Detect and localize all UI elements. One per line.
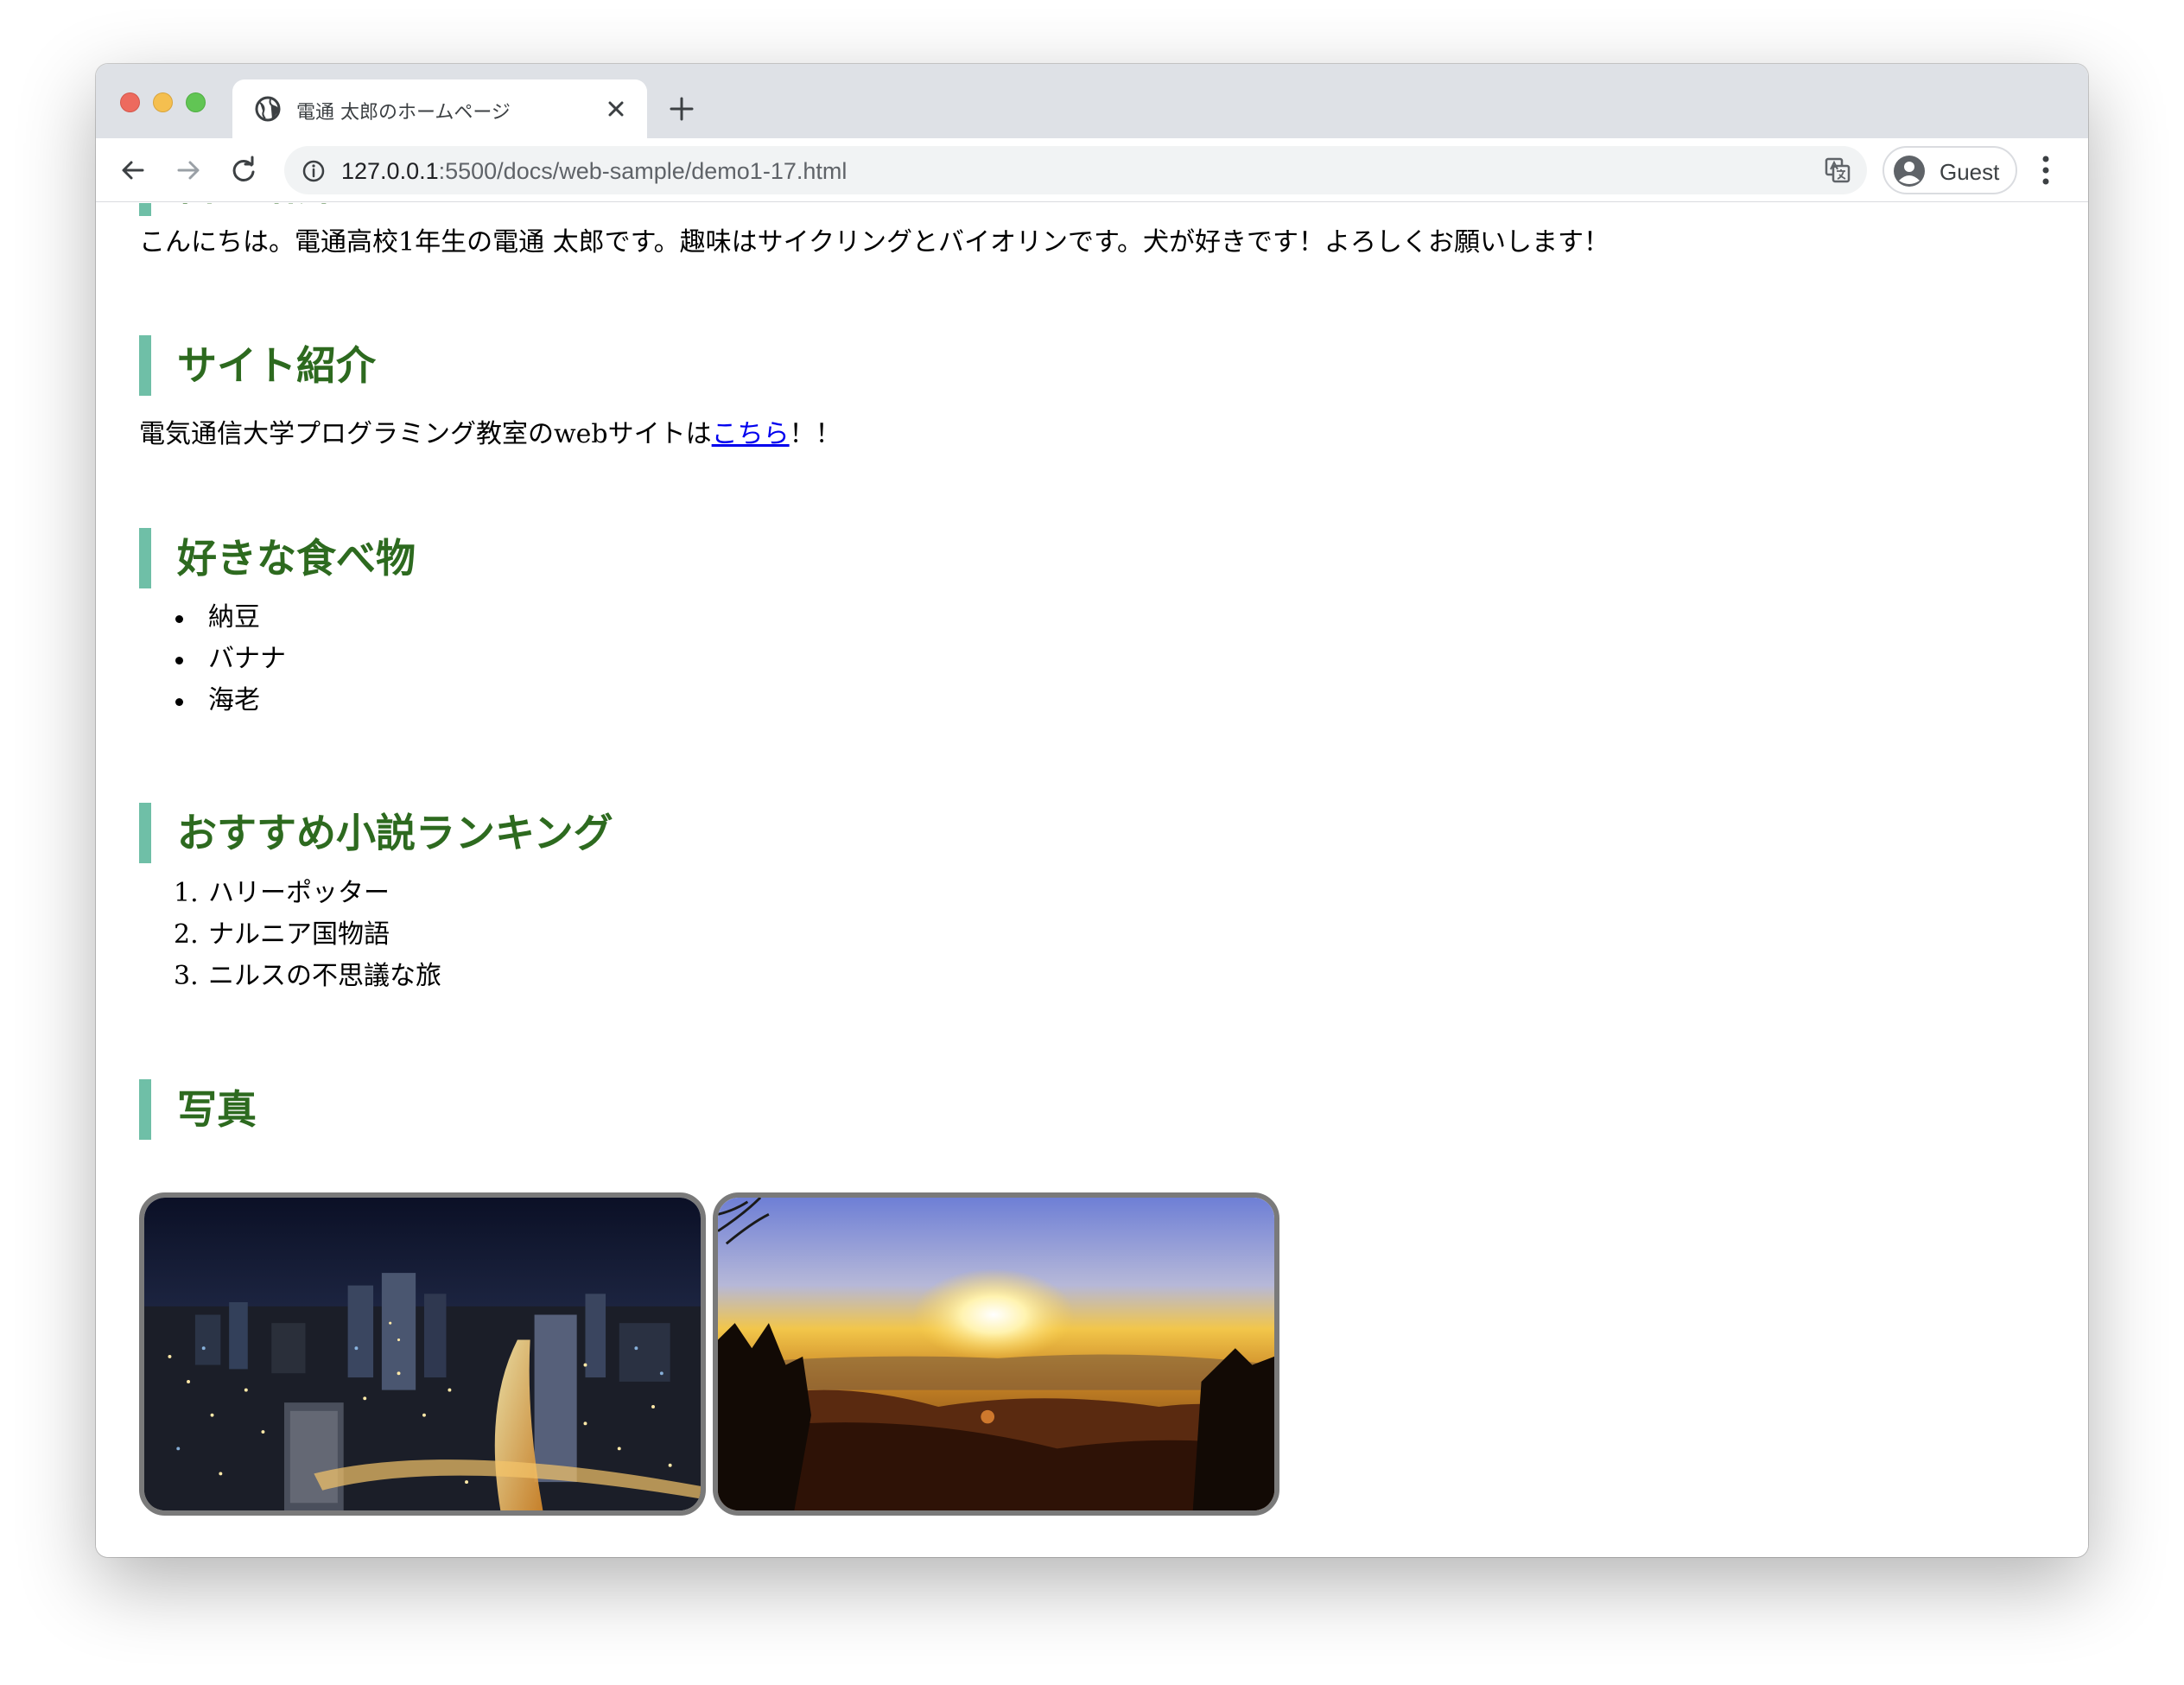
site-text: 電気通信大学プログラミング教室のwebサイトはこちら！！ [139, 412, 841, 450]
zoom-window-button[interactable] [186, 92, 206, 112]
city-night-photo [139, 1192, 706, 1516]
site-link[interactable]: こちら [712, 419, 790, 449]
tab-strip: 電通 太郎のホームページ [96, 64, 2088, 138]
back-arrow-icon[interactable] [118, 156, 148, 185]
novel-title: ニルスの不思議な旅 [208, 961, 441, 991]
person-avatar-icon [1894, 156, 1925, 187]
kebab-menu-icon[interactable] [2041, 154, 2050, 187]
site-text-before: 電気通信大学プログラミング教室のwebサイトは [139, 419, 712, 449]
city-night-image [144, 1198, 701, 1510]
list-item: バナナ [165, 639, 286, 680]
photo-heading: 写真 [139, 1079, 257, 1140]
tab-title: 電通 太郎のホームページ [296, 102, 511, 124]
url-host: 127.0.0.1 [341, 158, 439, 184]
novel-heading: おすすめ小説ランキング [139, 803, 613, 863]
profile-button[interactable]: Guest [1882, 146, 2017, 194]
novel-list: 1. ハリーポッター 2. ナルニア国物語 3. ニルスの不思議な旅 [165, 873, 441, 997]
address-bar[interactable]: 127.0.0.1:5500/docs/web-sample/demo1-17.… [284, 146, 1867, 194]
reload-icon[interactable] [229, 156, 258, 185]
info-icon[interactable] [302, 159, 326, 183]
url-path: :5500/docs/web-sample/demo1-17.html [438, 158, 848, 184]
list-item: 海老 [165, 680, 286, 722]
list-item: 3. ニルスの不思議な旅 [174, 961, 441, 991]
translate-icon[interactable] [1824, 156, 1851, 184]
food-list: 納豆 バナナ 海老 [165, 597, 286, 722]
sunrise-photo [713, 1192, 1279, 1516]
close-icon[interactable] [604, 97, 628, 121]
sunrise-image [718, 1198, 1274, 1510]
site-text-after: ！！ [789, 419, 841, 449]
plus-icon[interactable] [668, 95, 695, 123]
novel-title: ハリーポッター [208, 878, 390, 908]
page-viewport[interactable]: 自己紹介 こんにちは。電通高校1年生の電通 太郎です。趣味はサイクリングとバイオ… [96, 203, 2088, 1557]
url-text[interactable]: 127.0.0.1:5500/docs/web-sample/demo1-17.… [341, 158, 847, 185]
list-item: 納豆 [165, 597, 286, 639]
food-heading: 好きな食べ物 [139, 528, 416, 588]
browser-toolbar: 127.0.0.1:5500/docs/web-sample/demo1-17.… [96, 138, 2088, 202]
forward-arrow-icon[interactable] [174, 156, 203, 185]
globe-icon [255, 96, 281, 122]
active-tab[interactable]: 電通 太郎のホームページ [232, 79, 647, 138]
profile-label: Guest [1940, 159, 2000, 185]
list-item: 2. ナルニア国物語 [174, 919, 390, 950]
minimize-window-button[interactable] [153, 92, 173, 112]
list-item: 1. ハリーポッター [174, 878, 390, 908]
intro-text: こんにちは。電通高校1年生の電通 太郎です。趣味はサイクリングとバイオリンです。… [139, 227, 1610, 258]
site-heading: サイト紹介 [139, 335, 376, 396]
intro-heading: 自己紹介 [139, 203, 336, 216]
close-window-button[interactable] [120, 92, 140, 112]
browser-window: 電通 太郎のホームページ 127.0.0.1:5500/docs/web-sam… [96, 64, 2088, 1557]
novel-title: ナルニア国物語 [208, 919, 390, 950]
